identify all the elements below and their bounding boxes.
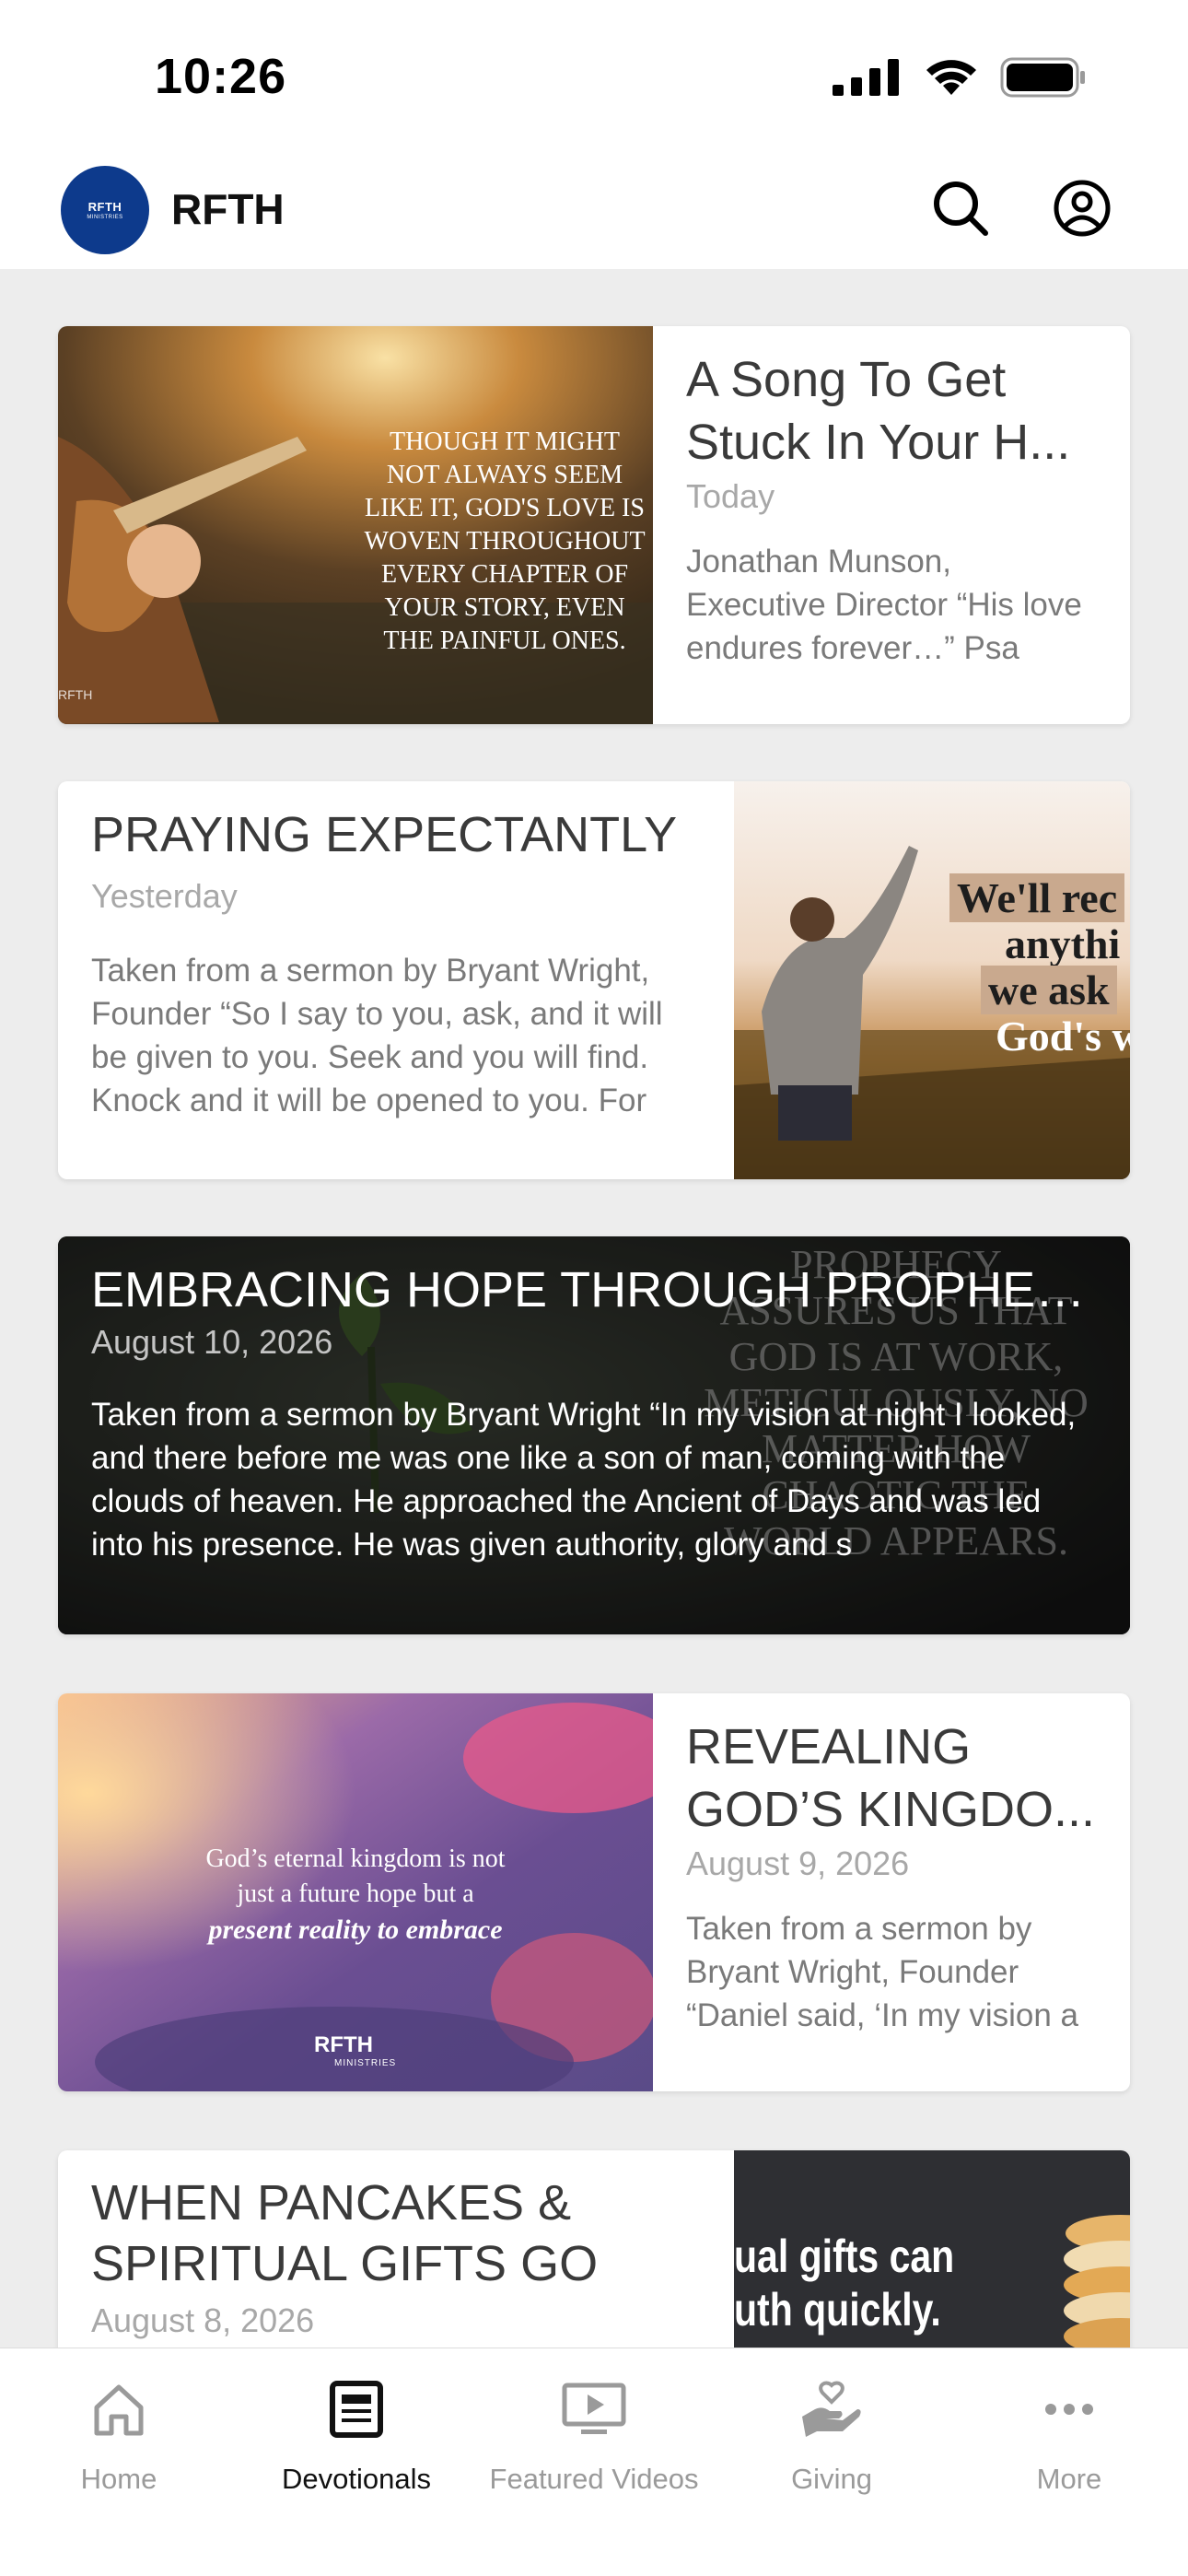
card-content: PRAYING EXPECTANTLY Yesterday Taken from… [58, 781, 734, 1179]
brand-logo[interactable]: RFTH MINISTRIES [61, 166, 149, 254]
battery-icon [1000, 57, 1085, 98]
devotionals-feed[interactable]: THOUGH IT MIGHT NOT ALWAYS SEEM LIKE IT,… [0, 269, 1188, 2348]
card-content: REVEALING GOD’S KINGDO... August 9, 2026… [653, 1693, 1130, 2091]
card-thumbnail-line: God’s eternal kingdom is not [205, 1844, 506, 1873]
tab-more[interactable]: More [950, 2371, 1188, 2496]
account-icon [1054, 180, 1111, 237]
card-excerpt: Taken from a sermon by Bryant Wright, Fo… [686, 1911, 1078, 2033]
quote-line: we ask [981, 966, 1117, 1014]
card-thumbnail-line: just a future hope but a [237, 1879, 474, 1908]
status-time: 10:26 [155, 49, 287, 104]
devotional-card[interactable]: WHEN PANCAKES & SPIRITUAL GIFTS GO BAD A… [58, 2150, 1130, 2348]
card-thumbnail-brand: RFTH [58, 687, 93, 702]
giving-icon [793, 2371, 870, 2448]
app-title: RFTH [171, 185, 285, 233]
card-date: August 10, 2026 [91, 1323, 333, 1361]
devotional-card[interactable]: THOUGH IT MIGHT NOT ALWAYS SEEM LIKE IT,… [58, 326, 1130, 724]
tab-label: Giving [791, 2463, 872, 2495]
search-button[interactable] [924, 171, 997, 245]
brand-logo-subtext: MINISTRIES [87, 215, 123, 220]
status-bar: 10:26 [0, 0, 1188, 157]
status-icons [833, 57, 1087, 98]
card-thumbnail-brand: RFTH [314, 2032, 373, 2057]
card-title: EMBRACING HOPE THROUGH PROPHETI... [91, 1262, 1097, 1317]
card-thumbnail-quote: THOUGH IT MIGHT NOT ALWAYS SEEM LIKE IT,… [364, 427, 646, 655]
tab-label: Featured Videos [489, 2463, 699, 2495]
brand-logo-text: RFTH [87, 200, 122, 214]
account-button[interactable] [1045, 171, 1119, 245]
card-content: EMBRACING HOPE THROUGH PROPHETI... Augus… [58, 1236, 1130, 1634]
tab-giving[interactable]: Giving [713, 2371, 950, 2496]
card-date: August 9, 2026 [686, 1844, 910, 1882]
card-thumbnail-quote: We'll rec anythi we ask God's w [734, 781, 1130, 1179]
card-thumbnail-line: present reality to embrace [208, 1914, 503, 1945]
tab-featured-videos[interactable]: Featured Videos [475, 2371, 713, 2496]
card-title: WHEN PANCAKES & SPIRITUAL GIFTS GO BAD [91, 2175, 599, 2298]
bottom-tab-bar: Home Devotionals Featured Videos Giving … [0, 2348, 1188, 2576]
app-header: RFTH MINISTRIES RFTH [0, 157, 1188, 269]
more-icon [1031, 2371, 1108, 2448]
devotionals-icon [318, 2371, 395, 2448]
card-date: August 8, 2026 [91, 2301, 315, 2339]
tab-devotionals[interactable]: Devotionals [238, 2371, 475, 2496]
devotional-card[interactable]: PROPHECY ASSURES US THAT GOD IS AT WORK,… [58, 1236, 1130, 1634]
card-excerpt: Taken from a sermon by Bryant Wright, Fo… [91, 953, 663, 1118]
card-content: A Song To Get Stuck In Your H... Today J… [653, 326, 1130, 724]
card-thumbnail: THOUGH IT MIGHT NOT ALWAYS SEEM LIKE IT,… [58, 326, 653, 724]
card-thumbnail: God’s eternal kingdom is not just a futu… [58, 1693, 653, 2091]
video-icon [555, 2371, 633, 2448]
search-icon [934, 181, 988, 236]
devotional-card[interactable]: God’s eternal kingdom is not just a futu… [58, 1693, 1130, 2091]
card-thumbnail: We'll rec anythi we ask God's w [734, 781, 1130, 1179]
card-title: PRAYING EXPECTANTLY [91, 807, 678, 862]
card-thumbnail: ual gifts can uth quickly. [734, 2150, 1130, 2348]
tab-label: More [1036, 2463, 1102, 2495]
quote-line: ual gifts can [734, 2231, 955, 2282]
home-icon [80, 2371, 157, 2448]
wifi-icon [926, 60, 976, 95]
card-excerpt: Taken from a sermon by Bryant Wright “In… [91, 1397, 1077, 1563]
card-date: Today [686, 477, 775, 515]
tab-label: Devotionals [282, 2463, 431, 2495]
card-date: Yesterday [91, 877, 238, 915]
card-title: A Song To Get Stuck In Your H... [686, 352, 1071, 470]
quote-line: anythi [1005, 920, 1121, 967]
card-title: REVEALING GOD’S KINGDO... [686, 1719, 1096, 1837]
quote-line: God's w [996, 1013, 1130, 1060]
devotional-card[interactable]: PRAYING EXPECTANTLY Yesterday Taken from… [58, 781, 1130, 1179]
quote-line: We'll rec [949, 873, 1125, 922]
card-thumbnail-brand-sub: MINISTRIES [334, 2058, 397, 2068]
card-content: WHEN PANCAKES & SPIRITUAL GIFTS GO BAD A… [58, 2150, 734, 2348]
tab-label: Home [80, 2463, 157, 2495]
card-excerpt: Jonathan Munson, Executive Director “His… [686, 544, 1082, 666]
quote-line: uth quickly. [734, 2284, 941, 2336]
signal-icon [833, 59, 899, 96]
tab-home[interactable]: Home [0, 2371, 238, 2496]
